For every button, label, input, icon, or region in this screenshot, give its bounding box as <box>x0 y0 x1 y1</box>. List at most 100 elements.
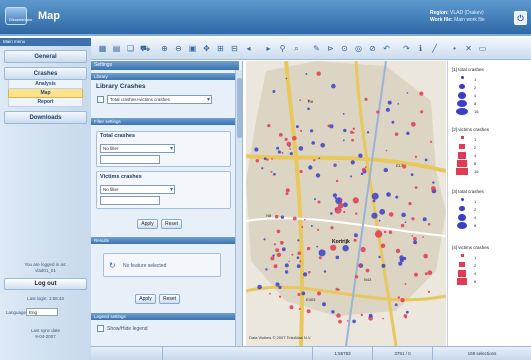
map-view[interactable]: Data Victims © 2007 TeleAtlas N.V. Kortr… <box>246 61 446 346</box>
crash-marker <box>276 146 280 150</box>
crash-marker <box>388 230 393 234</box>
settings-scrollbar[interactable] <box>235 70 242 346</box>
query-icon[interactable]: ✎ <box>311 43 322 54</box>
legend-symbol <box>459 262 465 268</box>
legend-level: 8 <box>474 161 477 166</box>
apply-button[interactable]: Apply <box>137 219 158 229</box>
crash-marker <box>288 260 290 263</box>
map-canvas[interactable]: Data Victims © 2007 TeleAtlas N.V. Kortr… <box>246 61 446 346</box>
crash-marker <box>311 141 315 145</box>
clear-icon[interactable]: ⊘ <box>367 43 378 54</box>
workfile-value: Main work file <box>454 17 485 23</box>
erase-icon[interactable]: ✕ <box>463 43 474 54</box>
grid-icon[interactable]: ▦ <box>97 43 108 54</box>
crash-marker <box>403 314 408 318</box>
full-extent-icon[interactable]: ⊞ <box>215 43 226 54</box>
login-user: vlad01_01 <box>35 268 56 273</box>
crash-marker <box>331 83 336 89</box>
crash-marker <box>429 140 433 143</box>
road-label-e17: E17 <box>396 163 404 168</box>
select-icon[interactable]: ▣ <box>187 43 198 54</box>
arrow-right-icon[interactable]: ▸ <box>263 43 274 54</box>
crash-marker <box>306 246 311 251</box>
workfile-label: Work file: <box>430 17 453 23</box>
library-title: Library Crashes <box>96 83 146 90</box>
crash-marker <box>298 146 304 151</box>
crash-marker <box>387 100 392 105</box>
crash-marker <box>306 309 311 314</box>
zoom-out-icon[interactable]: ⊖ <box>173 43 184 54</box>
reset-button[interactable]: Reset <box>161 219 182 229</box>
print-icon[interactable]: ▭ <box>477 43 488 54</box>
sidebar-subitem-map[interactable]: Map <box>8 89 83 98</box>
crash-marker <box>261 167 264 170</box>
crash-marker <box>336 313 341 318</box>
app-logo: Disseminator <box>5 7 32 25</box>
page-title: Map <box>38 10 60 22</box>
total-filter-input[interactable] <box>100 155 160 164</box>
sidebar-item-downloads[interactable]: Downloads <box>4 111 87 124</box>
apply-results-button[interactable]: Apply <box>135 294 156 304</box>
crash-marker <box>284 270 289 274</box>
crash-marker <box>371 192 379 200</box>
measure-icon[interactable]: ⊟ <box>229 43 240 54</box>
crash-marker <box>285 188 290 193</box>
last-login: Last login: 1:58:43 <box>27 296 64 301</box>
layers-icon[interactable]: ❏ <box>125 43 136 54</box>
find-icon[interactable]: ⌕ <box>291 43 302 54</box>
legend-symbol <box>460 76 464 79</box>
car-icon[interactable]: ⛟ <box>139 43 150 54</box>
crash-marker <box>414 272 418 277</box>
zoom-in-icon[interactable]: ⊕ <box>159 43 170 54</box>
crash-marker <box>395 248 401 254</box>
pan-icon[interactable]: ✥ <box>201 43 212 54</box>
victims-filter-select[interactable]: No filter <box>100 185 175 194</box>
reset-results-button[interactable]: Reset <box>159 294 180 304</box>
scroll-thumb[interactable] <box>237 78 242 138</box>
crash-marker <box>279 240 284 245</box>
exit-icon[interactable]: ⏻ <box>514 11 527 25</box>
library-select[interactable]: Total crashes+victims crashes <box>107 95 212 104</box>
sidebar-item-general[interactable]: General <box>4 50 87 63</box>
legend-level: 4 <box>474 271 477 276</box>
redo-icon[interactable]: ↷ <box>401 43 412 54</box>
crash-marker <box>360 172 364 176</box>
draw-point-icon[interactable]: • <box>449 43 460 54</box>
filter-icon[interactable]: ⊳ <box>325 43 336 54</box>
crash-marker <box>286 141 292 147</box>
sidebar-item-crashes[interactable]: Crashes <box>4 67 87 80</box>
legend-symbol <box>460 136 464 139</box>
crash-marker <box>395 195 399 199</box>
sidebar-subitem-report[interactable]: Report <box>8 98 83 107</box>
language-select[interactable]: Eng <box>26 308 58 316</box>
library-checkbox[interactable] <box>97 96 104 103</box>
total-filter-select[interactable]: No filter <box>100 144 175 153</box>
legend-title: [4] victims crashes <box>452 245 490 250</box>
victims-crashes-label: Victims crashes <box>100 174 142 180</box>
crash-marker <box>270 256 275 261</box>
status-selections: 169 selections <box>467 351 497 356</box>
info-icon[interactable]: ℹ <box>415 43 426 54</box>
identify-icon[interactable]: ⊙ <box>339 43 350 54</box>
crash-marker <box>414 186 418 189</box>
crash-marker <box>297 239 300 242</box>
results-section: Results <box>91 237 239 244</box>
buffer-icon[interactable]: ◎ <box>353 43 364 54</box>
crash-marker <box>280 215 285 219</box>
sidebar-subitem-analysis[interactable]: Analysis <box>8 80 83 89</box>
table-icon[interactable]: ▤ <box>111 43 122 54</box>
crash-marker <box>271 158 273 160</box>
legend-symbol <box>457 278 467 285</box>
crash-marker <box>295 125 299 129</box>
crash-marker <box>308 270 311 274</box>
crash-marker <box>323 270 327 273</box>
arrow-left-icon[interactable]: ◂ <box>243 43 254 54</box>
show-legend-checkbox[interactable] <box>97 325 104 332</box>
victims-filter-input[interactable] <box>100 196 160 205</box>
binoculars-icon[interactable]: ⚲ <box>277 43 288 54</box>
legend-level: 1 <box>474 199 477 204</box>
logout-button[interactable]: Log out <box>4 278 87 290</box>
legend-level: 4 <box>474 153 477 158</box>
draw-line-icon[interactable]: ╱ <box>429 43 440 54</box>
undo-icon[interactable]: ↶ <box>381 43 392 54</box>
